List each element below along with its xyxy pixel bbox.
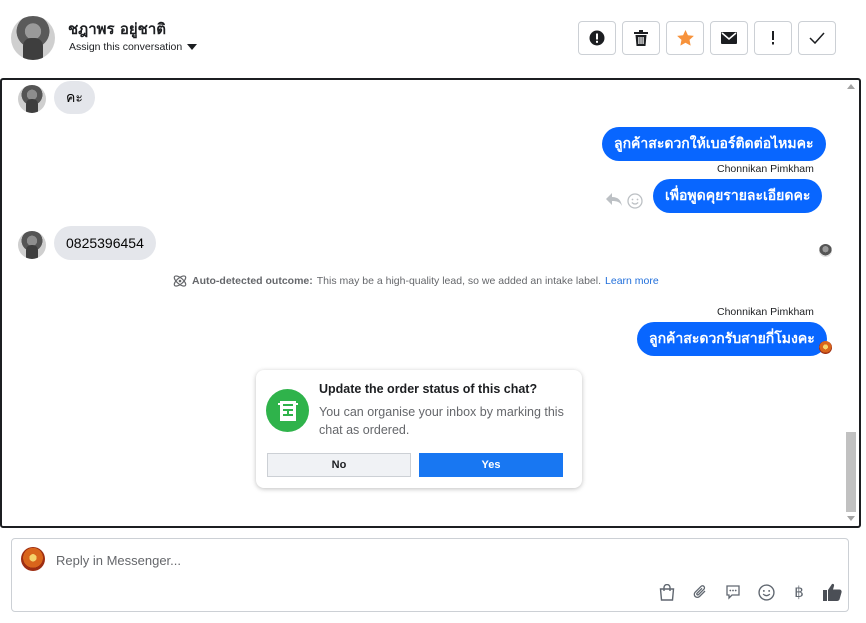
composer-toolbar: ฿	[656, 581, 843, 603]
contact-avatar[interactable]	[11, 16, 55, 60]
caret-down-icon	[187, 44, 198, 50]
conversation-actions	[578, 21, 836, 55]
scrollbar-thumb[interactable]	[846, 432, 856, 512]
sender-name: Chonnikan Pimkham	[717, 163, 814, 175]
seen-avatar	[819, 244, 832, 257]
agent-seen-avatar	[819, 341, 832, 354]
order-status-prompt: Update the order status of this chat? Yo…	[256, 370, 582, 488]
mark-spam-button[interactable]	[578, 21, 616, 55]
envelope-icon	[721, 32, 737, 44]
trash-icon	[634, 30, 648, 46]
saved-replies-button[interactable]	[722, 581, 744, 603]
contact-avatar-small	[18, 85, 46, 113]
delete-button[interactable]	[622, 21, 660, 55]
outgoing-message: เพื่อพูดคุยรายละเอียดคะ	[653, 179, 823, 213]
card-title: Update the order status of this chat?	[319, 382, 538, 396]
atom-icon	[173, 275, 187, 287]
outcome-text: This may be a high-quality lead, so we a…	[316, 275, 602, 287]
contact-name[interactable]: ชฎาพร อยู่ชาติ	[68, 17, 166, 41]
smiley-icon	[757, 583, 775, 601]
incoming-message: 0825396454	[54, 226, 156, 260]
react-emoji-icon[interactable]	[627, 193, 643, 209]
scroll-down-arrow[interactable]	[847, 516, 855, 521]
star-icon	[676, 30, 694, 46]
attach-button[interactable]	[689, 581, 711, 603]
star-button[interactable]	[666, 21, 704, 55]
reply-input[interactable]	[56, 549, 796, 571]
payment-button[interactable]: ฿	[788, 581, 810, 603]
conversation-header: ชฎาพร อยู่ชาติ Assign this conversation	[0, 0, 866, 78]
scroll-up-arrow[interactable]	[847, 84, 855, 89]
shopping-bag-icon	[659, 583, 675, 601]
incoming-message: คะ	[54, 81, 95, 114]
emoji-button[interactable]	[755, 581, 777, 603]
outcome-label: Auto-detected outcome:	[192, 275, 313, 287]
no-button[interactable]: No	[267, 453, 411, 477]
yes-button[interactable]: Yes	[419, 453, 563, 477]
assign-label: Assign this conversation	[69, 41, 183, 53]
reply-icon[interactable]	[605, 192, 623, 208]
alert-circle-icon	[589, 30, 605, 46]
outgoing-message: ลูกค้าสะดวกให้เบอร์ติดต่อไหมคะ	[602, 127, 826, 161]
agent-avatar	[21, 547, 45, 571]
thumbs-up-icon	[822, 583, 842, 601]
conversation-thread[interactable]: คะ ลูกค้าสะดวกให้เบอร์ติดต่อไหมคะ Chonni…	[0, 78, 861, 528]
assign-conversation-dropdown[interactable]: Assign this conversation	[69, 41, 198, 53]
like-button[interactable]	[821, 581, 843, 603]
exclamation-icon	[772, 31, 774, 45]
baht-icon: ฿	[794, 583, 804, 601]
check-icon	[809, 32, 825, 44]
reply-composer: ฿	[11, 538, 849, 612]
mark-unread-button[interactable]	[710, 21, 748, 55]
contact-avatar-small	[18, 231, 46, 259]
mark-done-button[interactable]	[798, 21, 836, 55]
learn-more-link[interactable]: Learn more	[605, 275, 659, 287]
shop-bag-button[interactable]	[656, 581, 678, 603]
auto-detected-outcome: Auto-detected outcome: This may be a hig…	[172, 274, 659, 288]
paperclip-icon	[693, 585, 706, 599]
order-receipt-icon	[266, 389, 309, 432]
card-description: You can organise your inbox by marking t…	[319, 405, 564, 437]
outgoing-message: ลูกค้าสะดวกรับสายกี่โมงคะ	[637, 322, 827, 356]
sender-name: Chonnikan Pimkham	[717, 306, 814, 318]
follow-up-button[interactable]	[754, 21, 792, 55]
chat-bubble-icon	[726, 585, 740, 600]
